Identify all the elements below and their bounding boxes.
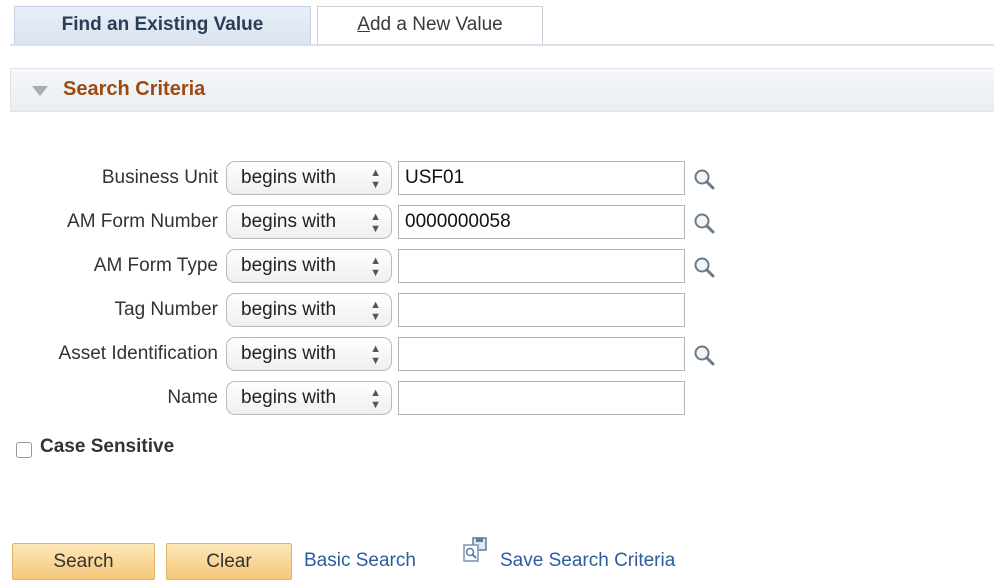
tab-find-existing-value[interactable]: Find an Existing Value bbox=[14, 6, 311, 44]
business-unit-input[interactable]: USF01 bbox=[398, 161, 685, 195]
field-label: Asset Identification bbox=[58, 343, 218, 364]
field-row-business-unit: Business Unit begins with ▲ ▼ USF01 bbox=[0, 159, 994, 199]
operator-value: begins with bbox=[241, 211, 337, 232]
select-arrows-icon: ▲ ▼ bbox=[370, 387, 381, 411]
tab-divider bbox=[10, 44, 994, 46]
magnifier-icon[interactable] bbox=[692, 167, 716, 191]
operator-value: begins with bbox=[241, 255, 337, 276]
search-button[interactable]: Search bbox=[12, 543, 155, 580]
operator-select[interactable]: begins with ▲ ▼ bbox=[226, 381, 392, 415]
section-title: Search Criteria bbox=[63, 78, 206, 100]
tag-number-input[interactable] bbox=[398, 293, 685, 327]
search-criteria-header[interactable]: Search Criteria bbox=[10, 68, 994, 112]
select-arrows-icon: ▲ ▼ bbox=[370, 255, 381, 279]
magnifier-icon[interactable] bbox=[692, 211, 716, 235]
case-sensitive-label: Case Sensitive bbox=[40, 436, 175, 457]
field-label: Name bbox=[167, 387, 218, 408]
save-search-criteria-link[interactable]: Save Search Criteria bbox=[500, 550, 675, 572]
operator-value: begins with bbox=[241, 387, 337, 408]
field-row-am-form-number: AM Form Number begins with ▲ ▼ 0000000058 bbox=[0, 203, 994, 243]
field-row-name: Name begins with ▲ ▼ bbox=[0, 379, 994, 419]
operator-value: begins with bbox=[241, 343, 337, 364]
select-arrows-icon: ▲ ▼ bbox=[370, 167, 381, 191]
name-input[interactable] bbox=[398, 381, 685, 415]
am-form-type-input[interactable] bbox=[398, 249, 685, 283]
field-row-tag-number: Tag Number begins with ▲ ▼ bbox=[0, 291, 994, 331]
basic-search-link[interactable]: Basic Search bbox=[304, 550, 416, 572]
tab-bar: Find an Existing Value Add a New Value bbox=[0, 0, 994, 48]
am-form-number-input[interactable]: 0000000058 bbox=[398, 205, 685, 239]
operator-select[interactable]: begins with ▲ ▼ bbox=[226, 337, 392, 371]
field-label: Tag Number bbox=[114, 299, 219, 320]
tab-find-existing-label: Find an Existing Value bbox=[61, 14, 264, 35]
asset-identification-input[interactable] bbox=[398, 337, 685, 371]
magnifier-icon[interactable] bbox=[692, 343, 716, 367]
select-arrows-icon: ▲ ▼ bbox=[370, 211, 381, 235]
operator-select[interactable]: begins with ▲ ▼ bbox=[226, 293, 392, 327]
tab-add-new-value[interactable]: Add a New Value bbox=[317, 6, 543, 44]
select-arrows-icon: ▲ ▼ bbox=[370, 299, 381, 323]
magnifier-icon[interactable] bbox=[692, 255, 716, 279]
case-sensitive-checkbox[interactable] bbox=[16, 442, 32, 458]
clear-button[interactable]: Clear bbox=[166, 543, 292, 580]
tab-add-new-accesskey: A bbox=[357, 14, 370, 35]
field-row-asset-identification: Asset Identification begins with ▲ ▼ bbox=[0, 335, 994, 375]
field-label: AM Form Type bbox=[93, 255, 218, 276]
operator-value: begins with bbox=[241, 167, 337, 188]
field-label: Business Unit bbox=[101, 167, 218, 188]
operator-select[interactable]: begins with ▲ ▼ bbox=[226, 161, 392, 195]
field-label: AM Form Number bbox=[67, 211, 218, 232]
select-arrows-icon: ▲ ▼ bbox=[370, 343, 381, 367]
save-search-icon[interactable] bbox=[462, 537, 488, 563]
operator-select[interactable]: begins with ▲ ▼ bbox=[226, 249, 392, 283]
triangle-down-icon[interactable] bbox=[32, 86, 48, 96]
operator-select[interactable]: begins with ▲ ▼ bbox=[226, 205, 392, 239]
field-row-am-form-type: AM Form Type begins with ▲ ▼ bbox=[0, 247, 994, 287]
tab-add-new-label: dd a New Value bbox=[369, 14, 503, 35]
operator-value: begins with bbox=[241, 299, 337, 320]
